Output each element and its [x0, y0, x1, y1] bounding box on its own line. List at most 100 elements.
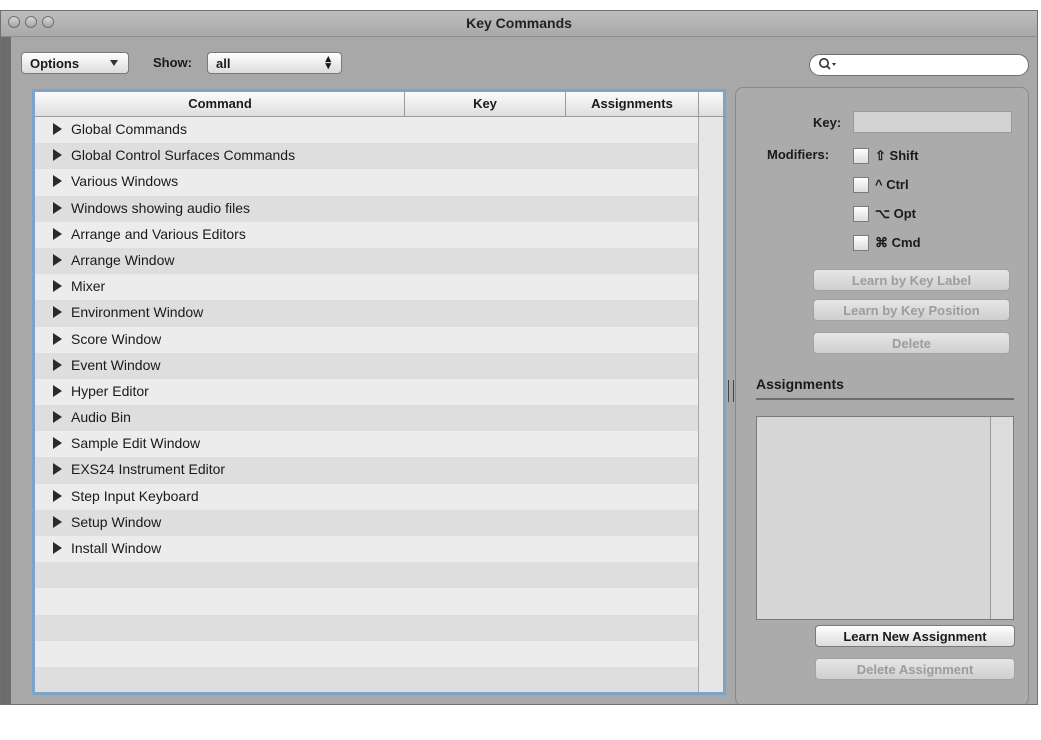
- table-row[interactable]: Global Commands: [35, 117, 699, 144]
- ctrl-label: Ctrl: [886, 177, 909, 192]
- command-group-label: Audio Bin: [71, 409, 131, 426]
- table-row[interactable]: [35, 640, 699, 667]
- key-label: Key:: [813, 115, 842, 130]
- cmd-modifier: ⌘ Cmd: [875, 235, 921, 251]
- table-row[interactable]: Windows showing audio files: [35, 195, 699, 222]
- table-row[interactable]: [35, 693, 699, 695]
- table-row[interactable]: Arrange Window: [35, 247, 699, 275]
- show-select-value: all: [216, 55, 231, 71]
- show-select[interactable]: all ▴ ▾: [207, 52, 342, 74]
- background-strip: [1, 37, 11, 704]
- table-row[interactable]: Sample Edit Window: [35, 431, 699, 458]
- disclosure-triangle-icon[interactable]: [53, 175, 62, 188]
- column-header-command[interactable]: Command: [35, 96, 405, 111]
- key-commands-window: Key Commands Options Show: all ▴ ▾ Comman…: [0, 10, 1038, 705]
- disclosure-triangle-icon[interactable]: [53, 253, 62, 266]
- table-row[interactable]: [35, 614, 699, 641]
- command-group-label: Hyper Editor: [71, 382, 149, 399]
- table-row[interactable]: Arrange and Various Editors: [35, 221, 699, 248]
- command-group-label: Mixer: [71, 278, 106, 295]
- table-row[interactable]: Environment Window: [35, 300, 699, 327]
- assignments-scrollbar[interactable]: [990, 417, 1013, 619]
- table-row[interactable]: [35, 666, 699, 692]
- column-header-assignments[interactable]: Assignments: [566, 96, 698, 111]
- shift-checkbox[interactable]: [853, 148, 869, 164]
- table-row[interactable]: [35, 588, 699, 615]
- command-group-label: Setup Window: [71, 513, 162, 530]
- command-group-label: Sample Edit Window: [71, 435, 201, 452]
- cmd-icon: ⌘: [875, 235, 888, 250]
- key-field[interactable]: [853, 111, 1012, 133]
- options-menu-label: Options: [30, 55, 80, 71]
- learn-by-key-label-button[interactable]: Learn by Key Label: [813, 269, 1010, 291]
- command-group-label: Environment Window: [71, 304, 204, 321]
- command-group-label: Global Commands: [71, 121, 187, 137]
- ctrl-modifier: ^ Ctrl: [875, 177, 909, 192]
- disclosure-triangle-icon[interactable]: [53, 280, 62, 293]
- cmd-checkbox[interactable]: [853, 235, 869, 251]
- disclosure-triangle-icon[interactable]: [53, 332, 62, 345]
- disclosure-triangle-icon[interactable]: [53, 123, 62, 135]
- table-row[interactable]: EXS24 Instrument Editor: [35, 457, 699, 484]
- ctrl-icon: ^: [875, 177, 883, 192]
- disclosure-triangle-icon[interactable]: [53, 306, 62, 319]
- table-row[interactable]: Install Window: [35, 536, 699, 563]
- disclosure-triangle-icon[interactable]: [53, 384, 62, 397]
- table-header: Command Key Assignments: [35, 92, 723, 117]
- modifiers-label: Modifiers:: [767, 147, 830, 162]
- disclosure-triangle-icon[interactable]: [53, 358, 62, 371]
- ctrl-checkbox[interactable]: [853, 177, 869, 193]
- shift-modifier: ⇧ Shift: [875, 148, 918, 164]
- table-scrollbar[interactable]: [698, 117, 723, 692]
- shift-label: Shift: [889, 148, 919, 163]
- split-handle-icon[interactable]: [728, 380, 734, 402]
- show-label: Show:: [153, 55, 192, 70]
- column-header-key[interactable]: Key: [405, 96, 565, 111]
- table-row[interactable]: Audio Bin: [35, 405, 699, 432]
- disclosure-triangle-icon[interactable]: [53, 542, 62, 554]
- command-group-label: Windows showing audio files: [71, 199, 250, 216]
- disclosure-triangle-icon[interactable]: [53, 515, 62, 528]
- command-group-label: Step Input Keyboard: [71, 487, 199, 504]
- options-menu-button[interactable]: Options: [21, 52, 129, 74]
- disclosure-triangle-icon[interactable]: [53, 463, 62, 476]
- assignments-list[interactable]: [756, 416, 1014, 620]
- table-row[interactable]: [35, 562, 699, 589]
- table-row[interactable]: Global Control Surfaces Commands: [35, 143, 699, 170]
- table-row[interactable]: Mixer: [35, 274, 699, 301]
- command-group-label: EXS24 Instrument Editor: [71, 461, 226, 478]
- delete-button[interactable]: Delete: [813, 332, 1010, 354]
- table-row[interactable]: Setup Window: [35, 509, 699, 536]
- disclosure-triangle-icon[interactable]: [53, 411, 62, 424]
- table-row[interactable]: Hyper Editor: [35, 378, 699, 406]
- command-group-label: Install Window: [71, 540, 162, 556]
- delete-assignment-button[interactable]: Delete Assignment: [815, 658, 1015, 680]
- table-row[interactable]: Score Window: [35, 326, 699, 353]
- disclosure-triangle-icon[interactable]: [53, 489, 62, 502]
- search-input[interactable]: [809, 54, 1029, 76]
- command-rows: Global Commands Global Control Surfaces C…: [35, 117, 699, 695]
- command-group-label: Arrange Window: [71, 251, 175, 268]
- disclosure-triangle-icon[interactable]: [53, 201, 62, 214]
- command-group-label: Score Window: [71, 330, 162, 347]
- chevron-down-icon: [110, 60, 118, 66]
- table-row[interactable]: Event Window: [35, 352, 699, 379]
- opt-modifier: ⌥ Opt: [875, 206, 916, 222]
- window-title: Key Commands: [466, 15, 572, 31]
- disclosure-triangle-icon[interactable]: [53, 227, 62, 240]
- disclosure-triangle-icon[interactable]: [53, 149, 62, 162]
- learn-by-key-position-button[interactable]: Learn by Key Position: [813, 299, 1010, 321]
- search-icon: [818, 57, 838, 78]
- command-group-label: Various Windows: [71, 173, 179, 190]
- shift-icon: ⇧: [875, 148, 886, 163]
- opt-icon: ⌥: [875, 206, 890, 221]
- table-row[interactable]: Various Windows: [35, 169, 699, 196]
- opt-label: Opt: [893, 206, 916, 221]
- title-bar[interactable]: Key Commands: [1, 11, 1037, 37]
- command-group-label: Arrange and Various Editors: [71, 225, 246, 242]
- opt-checkbox[interactable]: [853, 206, 869, 222]
- learn-new-assignment-button[interactable]: Learn New Assignment: [815, 625, 1015, 647]
- table-row[interactable]: Step Input Keyboard: [35, 483, 699, 510]
- command-table[interactable]: Command Key Assignments Global Commands G…: [32, 89, 726, 695]
- disclosure-triangle-icon[interactable]: [53, 437, 62, 450]
